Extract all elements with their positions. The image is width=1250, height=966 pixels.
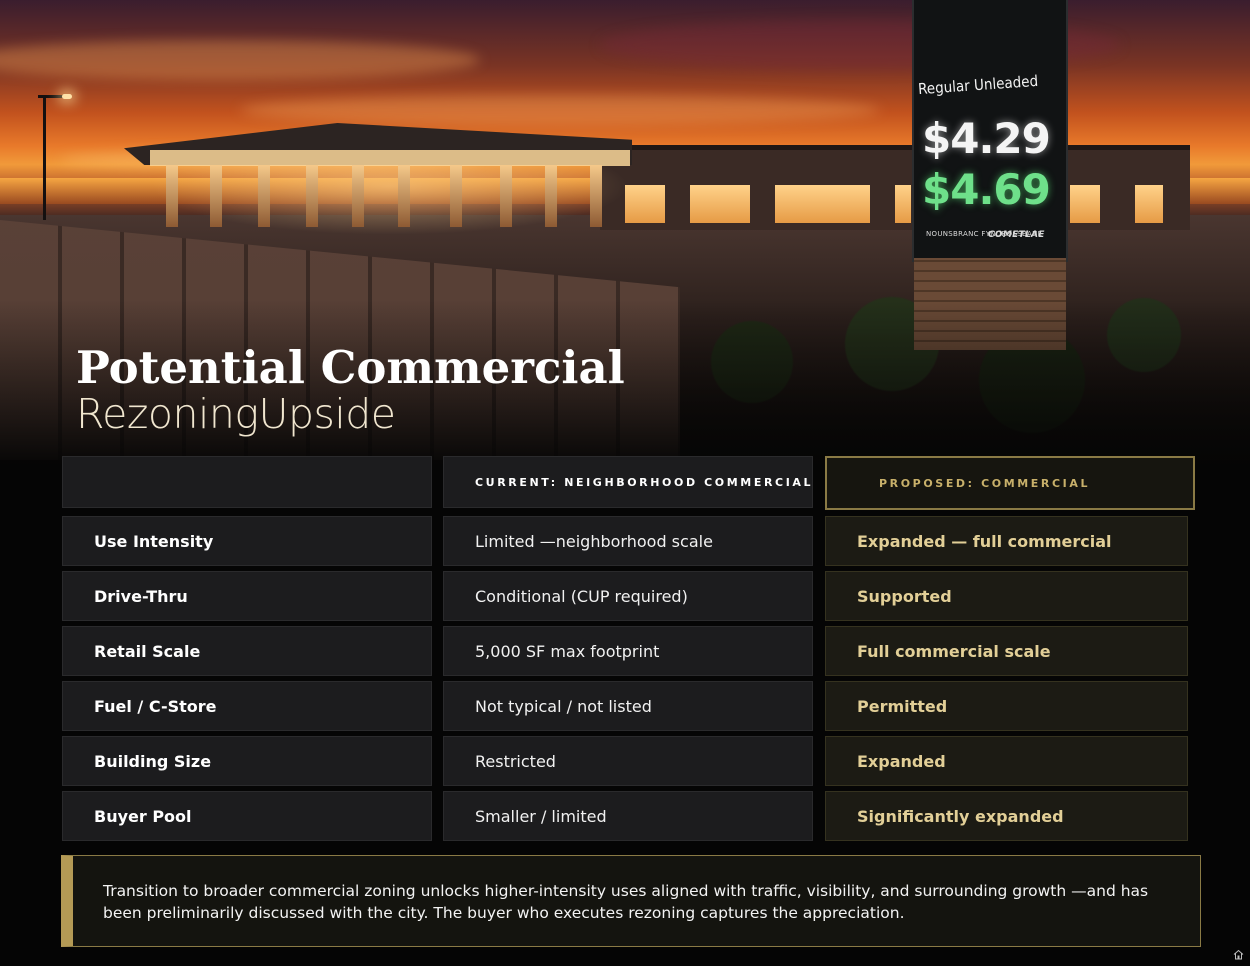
- table-header-empty: [62, 456, 432, 508]
- house-icon: [1233, 949, 1244, 960]
- table-row-label-cell: Fuel / C-Store: [62, 681, 432, 731]
- row-proposed-value: Supported: [857, 586, 952, 606]
- table-row-label-cell: Buyer Pool: [62, 791, 432, 841]
- row-label: Building Size: [94, 751, 212, 771]
- row-label: Retail Scale: [94, 641, 201, 661]
- store-window: [625, 185, 665, 223]
- table-row-proposed-cell: Expanded — full commercial: [825, 516, 1188, 566]
- page-title: Potential Commercial: [76, 341, 625, 394]
- header-proposed-label: PROPOSED: COMMERCIAL: [879, 476, 1091, 490]
- store-window: [1135, 185, 1163, 223]
- table-row-current-cell: Smaller / limited: [443, 791, 813, 841]
- street-light-lamp: [62, 94, 72, 99]
- store-window: [690, 185, 750, 223]
- page-subtitle: RezoningUpside: [76, 390, 396, 438]
- table-row-current-cell: Conditional (CUP required): [443, 571, 813, 621]
- table-row-label-cell: Drive-Thru: [62, 571, 432, 621]
- table-row-proposed-cell: Significantly expanded: [825, 791, 1188, 841]
- row-current-value: Limited —neighborhood scale: [475, 531, 713, 551]
- canopy-pillar: [210, 165, 222, 227]
- table-row-current-cell: Limited —neighborhood scale: [443, 516, 813, 566]
- callout-note: Transition to broader commercial zoning …: [61, 855, 1201, 947]
- street-light-pole: [43, 95, 46, 220]
- sky-cloud: [0, 40, 480, 80]
- sky-cloud: [240, 95, 880, 125]
- canopy-pillar: [545, 165, 557, 227]
- table-row-label-cell: Retail Scale: [62, 626, 432, 676]
- store-window: [895, 185, 911, 223]
- table-row-proposed-cell: Supported: [825, 571, 1188, 621]
- table-header-current: CURRENT: NEIGHBORHOOD COMMERCIAL: [443, 456, 813, 508]
- canopy-pillar: [306, 165, 318, 227]
- store-window: [775, 185, 870, 223]
- canopy-pillar: [590, 165, 602, 227]
- row-label: Buyer Pool: [94, 806, 192, 826]
- row-proposed-value: Expanded: [857, 751, 946, 771]
- row-proposed-value: Permitted: [857, 696, 948, 716]
- table-row-label-cell: Use Intensity: [62, 516, 432, 566]
- row-label: Drive-Thru: [94, 586, 188, 606]
- table-row-current-cell: 5,000 SF max footprint: [443, 626, 813, 676]
- row-proposed-value: Significantly expanded: [857, 806, 1064, 826]
- callout-text: Transition to broader commercial zoning …: [103, 882, 1149, 922]
- table-row-current-cell: Not typical / not listed: [443, 681, 813, 731]
- price-premium: $4.69: [922, 165, 1051, 214]
- table-header-proposed: PROPOSED: COMMERCIAL: [825, 456, 1195, 510]
- row-label: Fuel / C-Store: [94, 696, 217, 716]
- row-label: Use Intensity: [94, 531, 214, 551]
- canopy-pillar: [500, 165, 512, 227]
- row-current-value: 5,000 SF max footprint: [475, 641, 660, 661]
- row-current-value: Restricted: [475, 751, 556, 771]
- row-proposed-value: Expanded — full commercial: [857, 531, 1112, 551]
- store-window: [1070, 185, 1100, 223]
- canopy-pillar: [258, 165, 270, 227]
- table-row-label-cell: Building Size: [62, 736, 432, 786]
- canopy-pillar: [166, 165, 178, 227]
- price-regular: $4.29: [922, 114, 1051, 163]
- row-proposed-value: Full commercial scale: [857, 641, 1051, 661]
- row-current-value: Smaller / limited: [475, 806, 607, 826]
- row-current-value: Conditional (CUP required): [475, 586, 688, 606]
- canopy-glow: [150, 165, 630, 235]
- table-row-proposed-cell: Full commercial scale: [825, 626, 1188, 676]
- canopy-pillar: [450, 165, 462, 227]
- header-current-label: CURRENT: NEIGHBORHOOD COMMERCIAL: [475, 475, 814, 489]
- table-row-proposed-cell: Permitted: [825, 681, 1188, 731]
- table-row-current-cell: Restricted: [443, 736, 813, 786]
- canopy-pillar: [398, 165, 410, 227]
- table-row-proposed-cell: Expanded: [825, 736, 1188, 786]
- canopy-light-strip: [150, 150, 630, 166]
- canopy-pillar: [352, 165, 364, 227]
- sign-brand-logo: COMETLAE: [988, 230, 1045, 240]
- row-current-value: Not typical / not listed: [475, 696, 652, 716]
